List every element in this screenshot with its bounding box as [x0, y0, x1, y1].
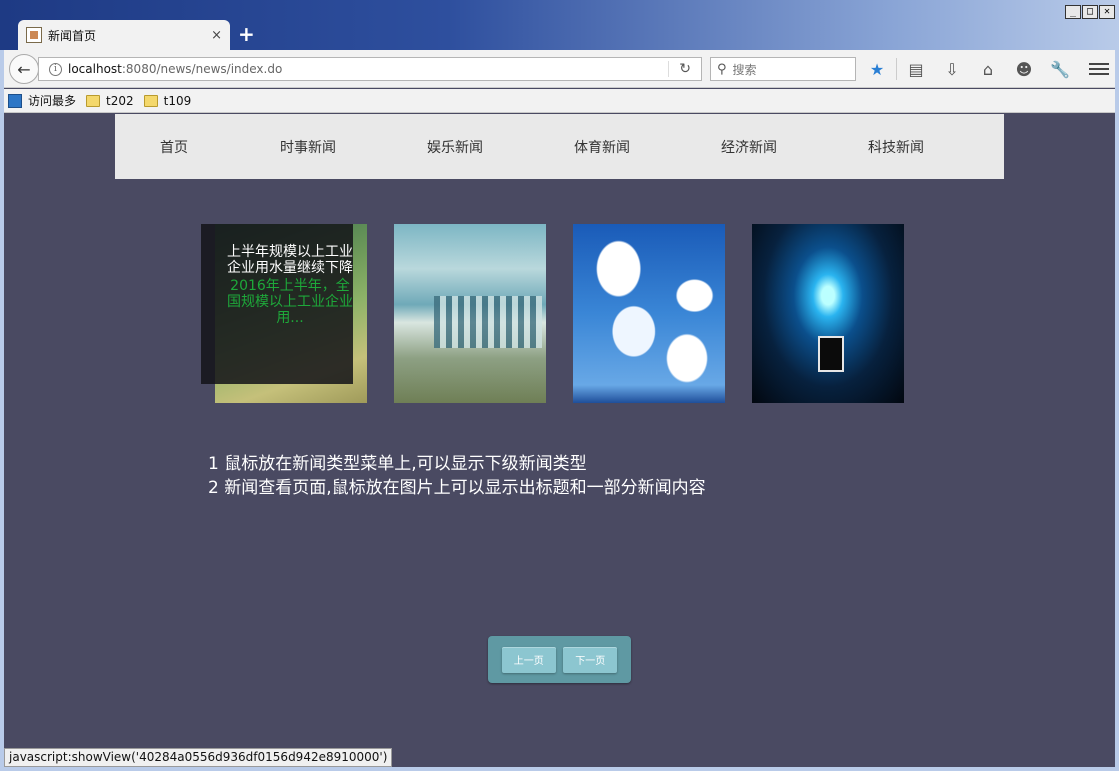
home-icon[interactable]: ⌂ [977, 58, 999, 80]
bookmark-most-visited[interactable]: 访问最多 [8, 92, 76, 109]
window-controls: _ □ ✕ [1065, 5, 1115, 19]
url-host: localhost [68, 62, 122, 76]
download-icon[interactable]: ⇩ [941, 58, 963, 80]
site-nav: 首页 时事新闻 娱乐新闻 体育新闻 经济新闻 科技新闻 [115, 114, 1004, 179]
news-card-4[interactable] [752, 224, 904, 403]
window-titlebar: _ □ ✕ 新闻首页 × + [0, 0, 1119, 50]
folder-icon [143, 94, 158, 107]
window-border-bottom [0, 767, 1119, 771]
close-window-button[interactable]: ✕ [1099, 5, 1115, 19]
nav-item-current-affairs[interactable]: 时事新闻 [280, 137, 336, 157]
window-border-right [1115, 50, 1119, 771]
info-icon[interactable]: i [49, 62, 62, 76]
maximize-button[interactable]: □ [1082, 5, 1098, 19]
toolbar-icons: ★ ▤ ⇩ ⌂ ☻ 🔧 [866, 58, 1085, 80]
back-arrow-icon: ← [17, 59, 31, 79]
folder-icon [86, 94, 101, 107]
bookmark-label: t109 [163, 93, 192, 108]
next-page-button[interactable]: 下一页 [563, 646, 618, 673]
bookmark-t109[interactable]: t109 [143, 93, 192, 108]
nav-item-entertainment[interactable]: 娱乐新闻 [427, 137, 483, 157]
toolbar-divider [896, 58, 897, 80]
nav-item-technology[interactable]: 科技新闻 [868, 137, 924, 157]
search-icon: ⚲ [717, 61, 727, 77]
overlay-title: 上半年规模以上工业企业用水量继续下降 [227, 244, 353, 276]
news-image [573, 224, 725, 403]
page-content: 首页 时事新闻 娱乐新闻 体育新闻 经济新闻 科技新闻 上半年规模以上工业企业用… [4, 113, 1115, 768]
instruction-line: 2 新闻查看页面,鼠标放在图片上可以显示出标题和一部分新闻内容 [208, 478, 706, 498]
url-divider [668, 61, 669, 77]
most-visited-icon [8, 93, 22, 108]
search-input[interactable]: ⚲ 搜索 [710, 57, 856, 81]
pager: 上一页 下一页 [488, 636, 631, 683]
bookmark-t202[interactable]: t202 [86, 94, 134, 108]
nav-item-home[interactable]: 首页 [160, 137, 188, 157]
bookmark-label: 访问最多 [28, 94, 77, 108]
reading-list-icon[interactable]: ▤ [905, 58, 927, 80]
bookmarks-bar: 访问最多 t202 t109 [0, 89, 1119, 113]
hamburger-menu-icon[interactable] [1089, 58, 1109, 80]
wrench-icon[interactable]: 🔧 [1049, 58, 1071, 80]
reload-icon[interactable]: ↻ [679, 61, 691, 77]
search-placeholder: 搜索 [732, 62, 757, 77]
news-image [752, 224, 904, 403]
minimize-button[interactable]: _ [1065, 5, 1081, 19]
url-path: :8080/news/news/index.do [121, 62, 283, 76]
news-card-2[interactable] [394, 224, 546, 403]
instructions: 1 鼠标放在新闻类型菜单上,可以显示下级新闻类型 2 新闻查看页面,鼠标放在图片… [208, 452, 706, 500]
nav-item-sports[interactable]: 体育新闻 [574, 137, 630, 157]
prev-page-button[interactable]: 上一页 [501, 646, 556, 673]
instruction-line: 1 鼠标放在新闻类型菜单上,可以显示下级新闻类型 [208, 454, 587, 474]
chat-icon[interactable]: ☻ [1013, 58, 1035, 80]
news-hover-overlay[interactable]: 上半年规模以上工业企业用水量继续下降 2016年上半年，全国规模以上工业企业用.… [201, 224, 353, 384]
tab-title: 新闻首页 [48, 28, 97, 43]
bookmark-label: t202 [106, 93, 134, 108]
address-bar[interactable]: i localhost:8080/news/news/index.do ↻ [38, 57, 702, 81]
tab-close-icon[interactable]: × [211, 28, 222, 43]
news-image [394, 224, 546, 403]
new-tab-button[interactable]: + [238, 24, 255, 44]
nav-item-economy[interactable]: 经济新闻 [721, 137, 777, 157]
status-bar: javascript:showView('40284a0556d936df015… [4, 748, 393, 767]
overlay-summary: 2016年上半年，全国规模以上工业企业用... [227, 278, 353, 326]
bookmark-star-icon[interactable]: ★ [866, 58, 888, 80]
browser-navbar: ← i localhost:8080/news/news/index.do ↻ … [0, 50, 1119, 88]
back-button[interactable]: ← [9, 54, 39, 84]
browser-tab[interactable]: 新闻首页 × [18, 20, 230, 50]
news-card-3[interactable] [573, 224, 725, 403]
favicon-icon [26, 27, 42, 43]
